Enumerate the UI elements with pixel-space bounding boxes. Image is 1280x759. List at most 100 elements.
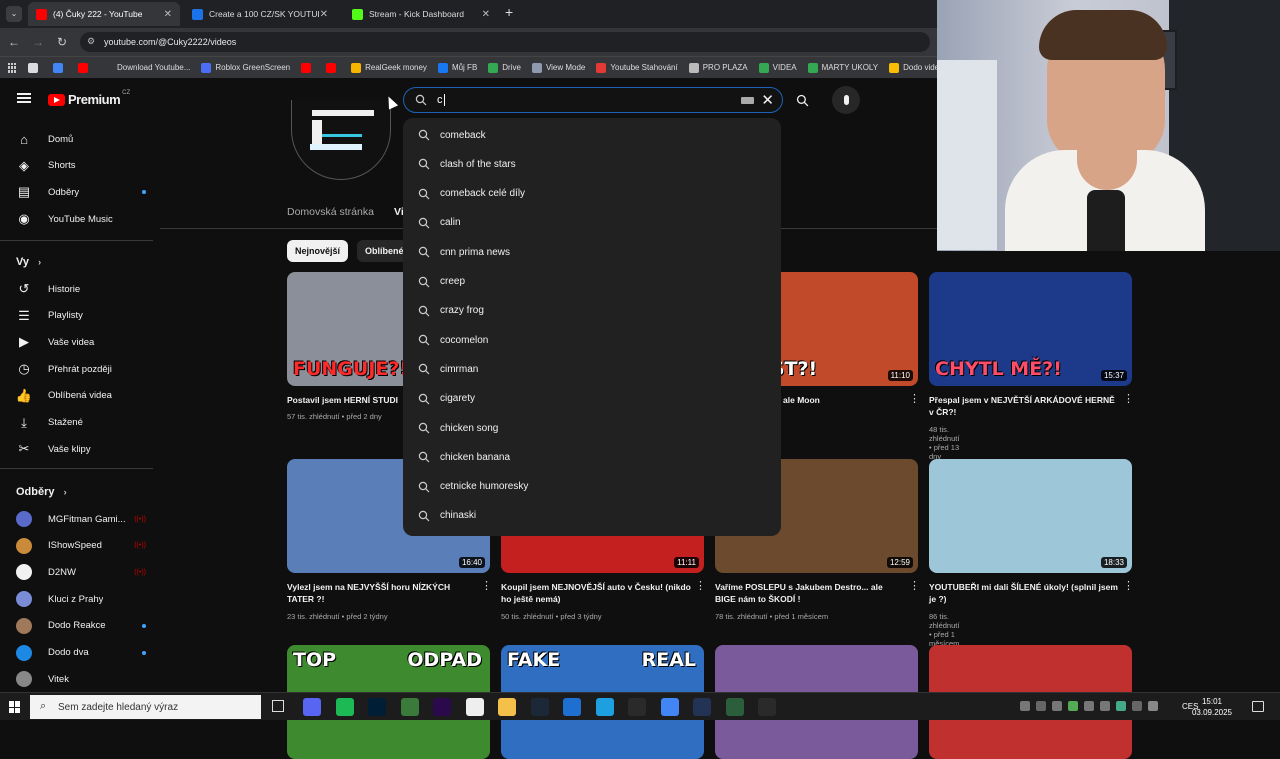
tab-list-button[interactable]: ⌄ <box>6 6 22 22</box>
app-chrome-icon[interactable] <box>660 698 679 716</box>
video-menu-icon[interactable]: ⋮ <box>481 579 492 592</box>
video-menu-icon[interactable]: ⋮ <box>695 579 706 592</box>
bookmark-item[interactable]: Roblox GreenScreen <box>201 62 290 73</box>
subscription-item[interactable]: IShowSpeed ((•)) <box>16 533 146 559</box>
video-menu-icon[interactable]: ⋮ <box>1123 579 1134 592</box>
search-suggestion[interactable]: creep <box>418 272 465 292</box>
app-terminal-icon[interactable] <box>758 698 776 716</box>
chip-newest[interactable]: Nejnovější <box>287 240 349 262</box>
bookmark-item[interactable] <box>301 62 315 73</box>
task-view-icon[interactable] <box>272 700 284 712</box>
menu-icon[interactable] <box>17 93 31 103</box>
subscription-item[interactable]: Kluci z Prahy <box>16 586 146 612</box>
keyboard-icon[interactable] <box>741 96 755 104</box>
search-box[interactable]: c ✕ <box>403 87 783 113</box>
search-suggestion[interactable]: chicken banana <box>418 447 510 467</box>
clock[interactable]: 15:01 03.09.2025 <box>1192 696 1232 718</box>
search-suggestion[interactable]: cetnicke humoresky <box>418 477 528 497</box>
browser-tab-2[interactable]: Stream - Kick Dashboard ✕ <box>344 2 498 26</box>
url-field[interactable]: ⚙ youtube.com/@Cuky2222/videos <box>80 32 930 52</box>
sidebar-item-playlist[interactable]: ☰ Playlisty <box>16 303 146 329</box>
new-tab-button[interactable]: + <box>505 4 513 20</box>
search-suggestion[interactable]: cocomelon <box>418 330 488 350</box>
subs-section-header[interactable]: Odběry › <box>16 486 67 498</box>
video-menu-icon[interactable]: ⋮ <box>909 579 920 592</box>
voice-search-button[interactable] <box>832 86 860 114</box>
bookmark-item[interactable]: PRO PLAZA <box>688 62 748 73</box>
subscription-item[interactable]: Dodo Reakce <box>16 613 146 639</box>
app-premiere-icon[interactable] <box>433 698 451 716</box>
video-thumbnail[interactable]: CHYTL MĚ?! 15:37 <box>929 272 1132 386</box>
notification-icon[interactable] <box>1252 701 1264 712</box>
app-photoshop-icon[interactable] <box>368 698 386 716</box>
app-store-icon[interactable] <box>465 698 484 716</box>
app-media-icon[interactable] <box>725 698 744 716</box>
channel-avatar[interactable] <box>291 100 391 180</box>
video-title[interactable]: Vaříme POSLEPU s Jakubem Destro... ale B… <box>715 581 905 605</box>
bookmark-item[interactable] <box>28 62 42 73</box>
search-button[interactable] <box>787 87 817 113</box>
video-title[interactable]: Přespal jsem v NEJVĚTŠÍ ARKÁDOVÉ HERNĚ v… <box>929 394 1119 418</box>
sidebar-item-your-videos[interactable]: ▶ Vaše videa <box>16 329 146 355</box>
bookmark-item[interactable]: Drive <box>488 62 521 73</box>
search-suggestion[interactable]: chicken song <box>418 418 498 438</box>
video-title[interactable]: Koupil jsem NEJNOVĚJŠÍ auto v Česku! (ni… <box>501 581 691 605</box>
clear-search-icon[interactable]: ✕ <box>761 93 774 108</box>
search-suggestion[interactable]: comeback celé díly <box>418 184 525 204</box>
search-suggestion[interactable]: cnn prima news <box>418 242 510 262</box>
app-mail-icon[interactable] <box>563 698 581 716</box>
app-edge-icon[interactable] <box>595 698 614 716</box>
app-rm-icon[interactable] <box>693 698 711 716</box>
app-epic-icon[interactable] <box>628 698 646 716</box>
app-unknown-icon[interactable] <box>400 698 419 716</box>
sidebar-item-shorts[interactable]: ◈ Shorts <box>16 153 146 179</box>
tab-close-icon[interactable]: ✕ <box>320 9 328 20</box>
bookmark-item[interactable]: MARTY UKOLY <box>807 62 878 73</box>
apps-grid-icon[interactable] <box>8 62 16 73</box>
app-spotify-icon[interactable] <box>335 698 354 716</box>
bookmark-item[interactable]: View Mode <box>531 62 585 73</box>
sidebar-item-music[interactable]: ◉ YouTube Music <box>16 206 146 232</box>
tab-close-icon[interactable]: ✕ <box>164 9 172 20</box>
site-info-icon[interactable]: ⚙ <box>87 36 95 47</box>
video-menu-icon[interactable]: ⋮ <box>909 392 920 405</box>
sidebar-item-liked[interactable]: 👍 Oblíbená videa <box>16 383 146 409</box>
tray-icons[interactable] <box>1020 701 1170 713</box>
you-section-header[interactable]: Vy › <box>16 256 41 268</box>
app-discord-icon[interactable] <box>303 698 321 716</box>
bookmark-item[interactable] <box>326 62 340 73</box>
tab-close-icon[interactable]: ✕ <box>482 9 490 20</box>
bookmark-item[interactable] <box>78 62 92 73</box>
sidebar-item-clips[interactable]: ✂ Vaše klipy <box>16 436 146 462</box>
video-thumbnail[interactable]: 18:33 <box>929 459 1132 573</box>
bookmark-item[interactable]: Youtube Stahování <box>596 62 678 73</box>
search-suggestion[interactable]: cigarety <box>418 389 475 409</box>
channel-tab-home[interactable]: Domovská stránka <box>287 206 374 218</box>
search-suggestion[interactable]: cimrman <box>418 359 478 379</box>
subscription-item[interactable]: MGFitman Gami... ((•)) <box>16 506 146 532</box>
forward-icon[interactable]: → <box>30 34 46 50</box>
windows-start-icon[interactable] <box>9 701 21 713</box>
video-menu-icon[interactable]: ⋮ <box>1123 392 1134 405</box>
search-suggestion[interactable]: comeback <box>418 125 486 145</box>
video-title[interactable]: Vylezl jsem na NEJVYŠŠÍ horu NÍZKÝCH TAT… <box>287 581 477 605</box>
sidebar-item-watch-later[interactable]: ◷ Přehrát později <box>16 356 146 382</box>
sidebar-item-history[interactable]: ↺ Historie <box>16 276 146 302</box>
bookmark-item[interactable]: Dodo videa <box>889 62 940 73</box>
video-title[interactable]: YOUTUBEŘI mi dali ŠÍLENÉ úkoly! (splnil … <box>929 581 1119 605</box>
sidebar-item-subscriptions[interactable]: ▤ Odběry <box>16 179 146 205</box>
bookmark-item[interactable] <box>53 62 67 73</box>
subscription-item[interactable]: Dodo dva <box>16 640 146 666</box>
reload-icon[interactable]: ↻ <box>54 34 70 50</box>
bookmark-item[interactable]: Můj FB <box>437 62 477 73</box>
search-suggestion[interactable]: crazy frog <box>418 301 484 321</box>
search-suggestion[interactable]: calin <box>418 213 461 233</box>
subscription-item[interactable]: Vitek <box>16 666 146 692</box>
browser-tab-1[interactable]: Create a 100 CZ/SK YOUTUBERŮ✕ <box>184 2 336 26</box>
youtube-logo[interactable]: Premium CZ <box>48 90 130 107</box>
app-steam-icon[interactable] <box>530 698 549 716</box>
sidebar-item-download[interactable]: ⤓ Stažené <box>16 410 146 436</box>
subscription-item[interactable]: D2NW ((•)) <box>16 559 146 585</box>
app-explorer-icon[interactable] <box>498 698 516 716</box>
search-suggestion[interactable]: clash of the stars <box>418 154 516 174</box>
